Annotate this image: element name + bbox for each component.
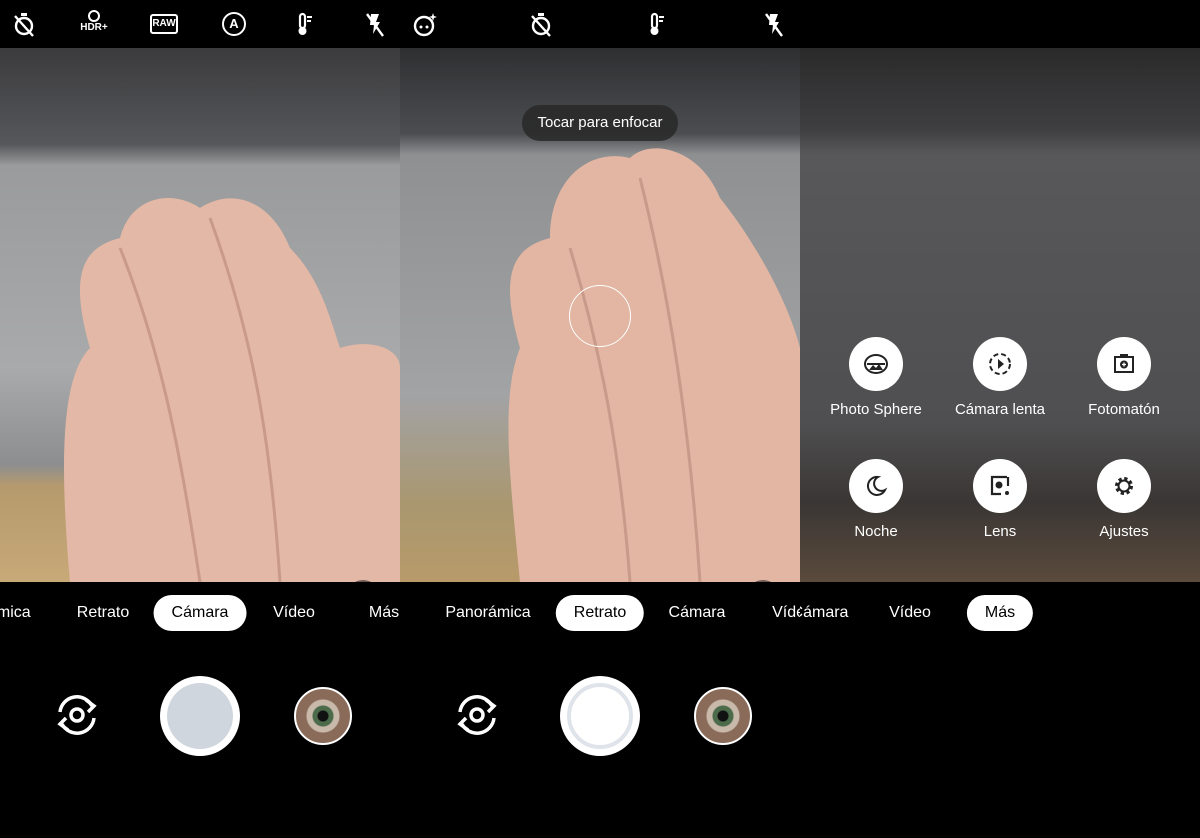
mode-retrato[interactable]: Retrato: [59, 595, 147, 631]
raw-label: RAW: [152, 18, 176, 29]
zoom-lens-button[interactable]: [746, 580, 780, 582]
timer-off-icon[interactable]: [527, 10, 555, 38]
mode-panoramica[interactable]: Panorámica: [0, 595, 49, 631]
menu-label: Cámara lenta: [954, 401, 1046, 418]
mode-mas[interactable]: Más: [966, 595, 1034, 631]
white-balance-icon[interactable]: [291, 10, 319, 38]
menu-label: Ajustes: [1099, 523, 1149, 540]
mode-retrato[interactable]: Retrato: [555, 595, 645, 631]
mode-camara[interactable]: Cámara: [651, 595, 744, 631]
white-balance-icon[interactable]: [643, 10, 671, 38]
camera-panel-photo: HDR+ RAW A Panorámica Retrato Cámara Víd…: [0, 0, 400, 838]
menu-slow-motion[interactable]: Cámara lenta: [940, 337, 1060, 418]
switch-camera-icon[interactable]: [52, 690, 102, 740]
menu-label: Lens: [983, 523, 1017, 540]
menu-label: Noche: [854, 523, 898, 540]
focus-hint-toast: Tocar para enfocar: [522, 105, 678, 141]
photo-sphere-icon: [864, 354, 888, 374]
face-retouch-icon[interactable]: [411, 10, 439, 38]
hdr-plus-icon[interactable]: HDR+: [80, 10, 108, 38]
mode-mas[interactable]: Más: [351, 595, 400, 631]
top-bar: [800, 0, 1200, 48]
camera-panel-more: Cámara Vídeo Más Photo Sphere Cámara len…: [800, 0, 1200, 838]
gallery-thumbnail[interactable]: [694, 687, 752, 745]
menu-photo-sphere[interactable]: Photo Sphere: [816, 337, 936, 418]
lens-icon: [990, 475, 1010, 496]
top-settings-bar: HDR+ RAW A: [0, 0, 400, 48]
menu-lens[interactable]: Lens: [940, 459, 1060, 540]
flash-off-icon[interactable]: [361, 10, 389, 38]
switch-camera-icon[interactable]: [452, 690, 502, 740]
photobooth-icon: [1114, 354, 1134, 373]
menu-label: Photo Sphere: [830, 401, 922, 418]
viewfinder[interactable]: [0, 48, 400, 582]
mode-panoramica[interactable]: Panorámica: [427, 595, 548, 631]
mode-video[interactable]: Vídeo: [255, 595, 333, 631]
menu-photobooth[interactable]: Fotomatón: [1064, 337, 1184, 418]
shutter-button[interactable]: [160, 676, 240, 756]
mode-video[interactable]: Vídeo: [871, 595, 949, 631]
top-settings-bar: [400, 0, 800, 48]
slow-motion-icon: [989, 353, 1011, 375]
hand-scene: [64, 198, 400, 582]
flash-off-icon[interactable]: [760, 10, 788, 38]
zoom-lens-button[interactable]: [346, 580, 380, 582]
hdr-label: HDR+: [80, 22, 108, 33]
night-moon-icon: [866, 475, 888, 496]
mode-selector: Cámara Vídeo Más: [800, 595, 1200, 633]
menu-settings[interactable]: Ajustes: [1064, 459, 1184, 540]
menu-night[interactable]: Noche: [816, 459, 936, 540]
focus-ring: [569, 285, 631, 347]
settings-gear-icon: [1115, 477, 1133, 495]
mode-camara[interactable]: Cámara: [800, 595, 866, 631]
gallery-thumbnail[interactable]: [294, 687, 352, 745]
mode-video[interactable]: Vídeo: [754, 595, 800, 631]
mode-selector: Panorámica Retrato Cámara Vídeo Más: [0, 595, 400, 633]
menu-label: Fotomatón: [1088, 401, 1160, 418]
raw-icon[interactable]: RAW: [150, 14, 178, 34]
shutter-button[interactable]: [560, 676, 640, 756]
mode-selector: Panorámica Retrato Cámara Vídeo: [400, 595, 800, 633]
auto-exposure-icon[interactable]: A: [222, 12, 246, 36]
mode-camara[interactable]: Cámara: [153, 595, 247, 631]
timer-off-icon[interactable]: [10, 10, 38, 38]
